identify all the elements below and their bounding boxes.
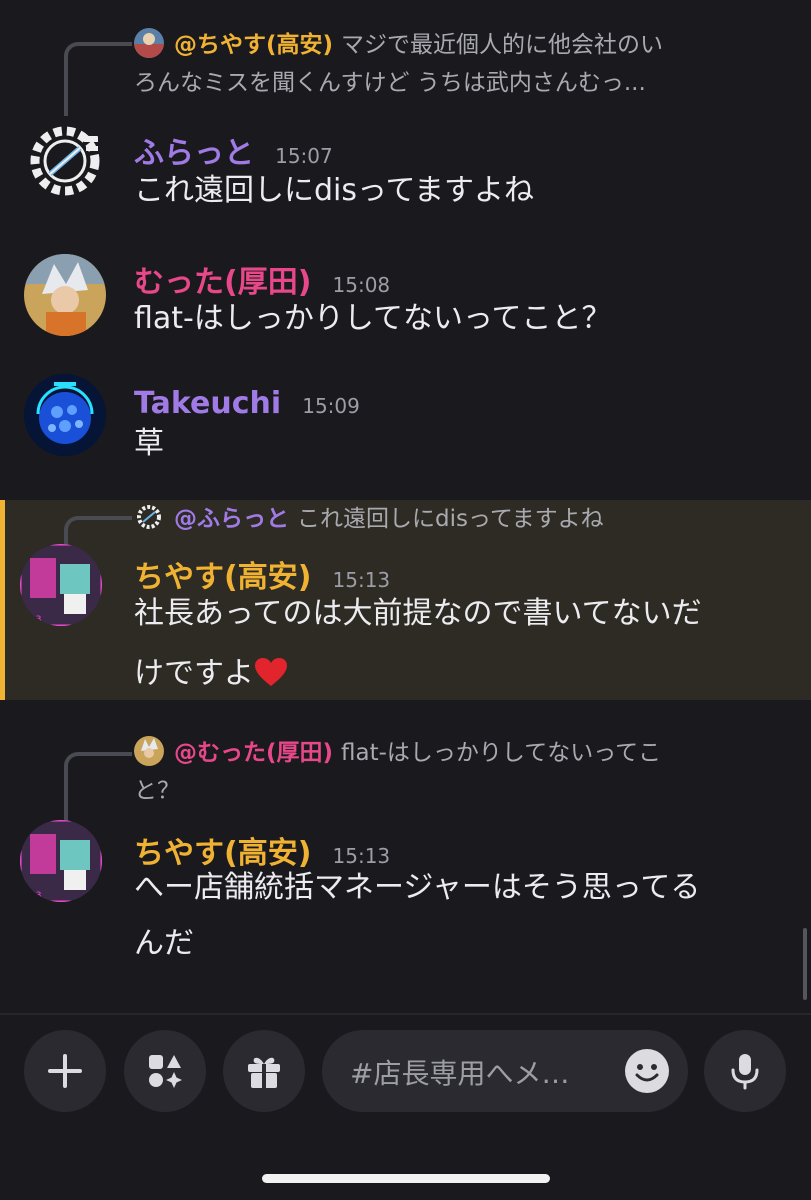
chat-message-list[interactable]: @ちやす(高安) マジで最近個人的に他会社のい ろんなミスを聞くんすけど うちは武… (0, 0, 811, 1012)
message-text: へー店舗統括マネージャーはそう思ってる んだ (134, 860, 781, 972)
message-input[interactable]: #店長専用へメ… (322, 1030, 688, 1112)
message-text: 社長あってのは大前提なので書いてないだ けですよ (134, 584, 781, 704)
message-text-line: 社長あってのは大前提なので書いてないだ (134, 596, 702, 631)
message-text: 草 (134, 426, 164, 461)
reply-connector (64, 42, 132, 116)
reply-preview[interactable]: @むった(厚田) flat-はしっかりしてないってこ と？ (134, 734, 781, 810)
gift-icon (248, 1057, 280, 1088)
reply-preview[interactable]: @ちやす(高安) マジで最近個人的に他会社のい ろんなミスを聞くんすけど うちは武… (134, 26, 781, 102)
message-text-line: けですよ (134, 656, 254, 691)
home-indicator[interactable] (262, 1174, 550, 1183)
message-item[interactable]: @ちやす(高安) マジで最近個人的に他会社のい ろんなミスを聞くんすけど うちは武… (0, 0, 811, 230)
reply-text: これ遠回しにdisってますよね (297, 506, 604, 532)
message-input-placeholder: #店長専用へメ… (350, 1057, 570, 1090)
red-heart-icon (254, 648, 288, 686)
message-text: flat-はしっかりしてないってこと？ (134, 301, 612, 336)
reply-text-continued: と？ (134, 778, 180, 804)
reply-author[interactable]: @ふらっと (174, 506, 289, 532)
reply-text: flat-はしっかりしてないってこ (341, 740, 662, 766)
avatar[interactable]: 23 (20, 544, 102, 626)
reply-author[interactable]: @むった(厚田) (174, 740, 333, 766)
avatar[interactable]: 23 (20, 820, 102, 902)
svg-text:23: 23 (30, 615, 41, 625)
reply-connector (64, 752, 132, 826)
reply-avatar (134, 502, 164, 532)
message-text-line: んだ (134, 926, 194, 961)
reply-avatar (134, 28, 164, 58)
avatar[interactable] (24, 374, 106, 456)
voice-message-button[interactable] (704, 1030, 786, 1112)
message-item[interactable]: @むった(厚田) flat-はしっかりしてないってこ と？ 23 ちやす(高安) … (0, 730, 811, 961)
composer-divider (0, 1013, 811, 1015)
avatar[interactable] (24, 120, 106, 202)
gift-button[interactable] (223, 1030, 305, 1112)
timestamp: 15:09 (302, 394, 360, 418)
svg-text:23: 23 (30, 891, 41, 901)
scrollbar[interactable] (803, 928, 807, 1000)
apps-button[interactable] (124, 1030, 206, 1112)
message-text: これ遠回しにdisってますよね (134, 173, 535, 208)
message-item[interactable]: むった(厚田) 15:08 flat-はしっかりしてないってこと？ (0, 240, 811, 360)
plus-icon (48, 1054, 82, 1088)
mention-highlight-bar (0, 500, 5, 700)
message-item-highlighted[interactable]: @ふらっと これ遠回しにdisってますよね 23 ちやす(高安) 15:13 社長… (0, 500, 811, 700)
add-attachment-button[interactable] (24, 1030, 106, 1112)
reply-connector (64, 516, 132, 550)
reply-author[interactable]: @ちやす(高安) (174, 32, 333, 58)
reply-preview[interactable]: @ふらっと これ遠回しにdisってますよね (134, 500, 781, 538)
microphone-icon (731, 1054, 759, 1090)
avatar[interactable] (24, 254, 106, 336)
emoji-icon[interactable] (624, 1048, 670, 1094)
apps-icon (149, 1055, 182, 1088)
reply-text: マジで最近個人的に他会社のい (341, 32, 664, 58)
message-item[interactable]: Takeuchi 15:09 草 (0, 368, 811, 488)
reply-avatar (134, 736, 164, 766)
message-text-line: へー店舗統括マネージャーはそう思ってる (134, 870, 701, 905)
reply-text-continued: ろんなミスを聞くんすけど うちは武内さんむっ... (134, 70, 646, 96)
